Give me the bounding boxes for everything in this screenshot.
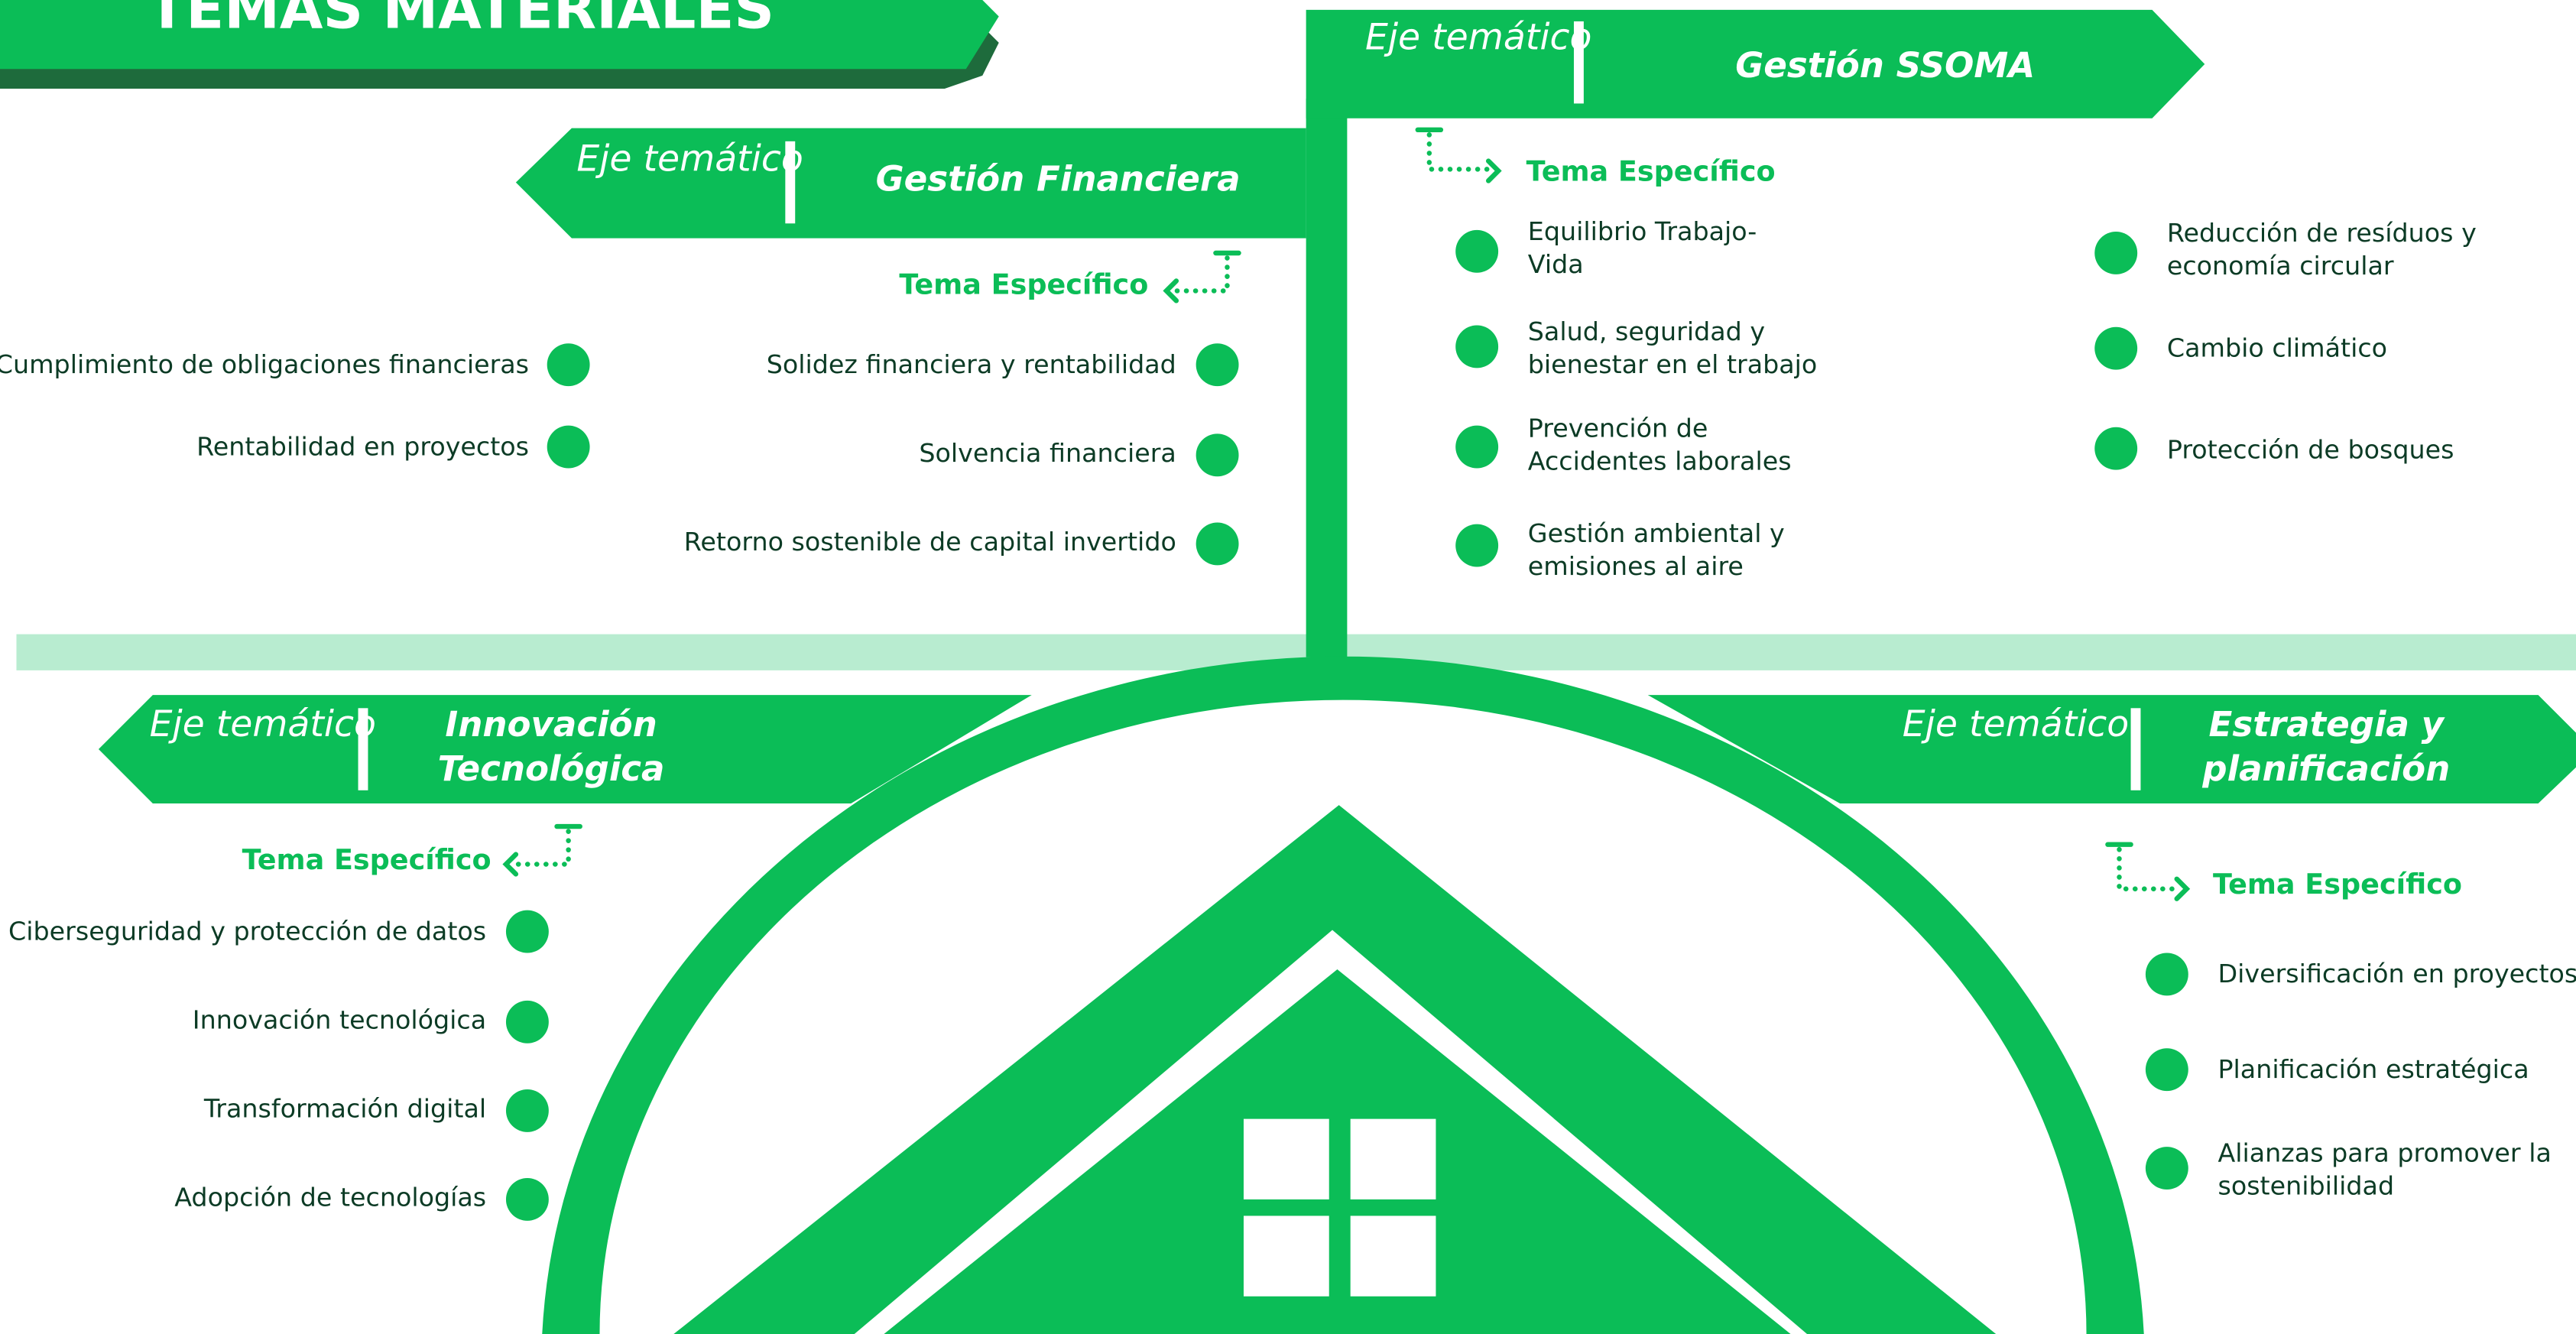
dotted-arrow-icon: [1415, 127, 1502, 183]
house-window-pane: [1243, 1118, 1329, 1199]
topic-planificacion-estrategica: Planificación estratégica: [2218, 1054, 2529, 1085]
page-title: TEMAS MATERIALES: [148, 0, 775, 43]
axis-title-gestion-ssoma: Gestión SSOMA: [1735, 46, 2036, 86]
topic-bullet: [1455, 524, 1499, 567]
topic-bullet: [2094, 326, 2138, 370]
topic-bullet: [547, 425, 590, 469]
sign-divider: [2130, 708, 2141, 790]
topic-ciberseguridad: Ciberseguridad y protección de datos: [8, 917, 487, 946]
topic-transformacion-digital: Transformación digital: [203, 1094, 487, 1125]
topic-bullet: [2145, 1147, 2188, 1190]
topic-prevencion-accidentes: Prevención de Accidentes laborales: [1527, 414, 1792, 477]
topic-bullet: [1196, 433, 1239, 477]
tema-especifico-label: Tema Específico: [899, 269, 1149, 303]
topic-bullet: [1196, 343, 1239, 387]
topic-rentabilidad-proyectos: Rentabilidad en proyectos: [196, 432, 530, 462]
topic-bullet: [547, 343, 590, 387]
tema-especifico-label: Tema Específico: [1526, 156, 1776, 190]
house-window-pane: [1350, 1118, 1436, 1199]
signpost-pole: [1306, 98, 1348, 657]
topic-bullet: [1455, 325, 1499, 368]
eje-tematico-label: Eje temático: [1365, 18, 1592, 60]
tema-especifico-label: Tema Específico: [242, 844, 492, 878]
topic-bullet: [1455, 425, 1499, 469]
house-window-pane: [1350, 1216, 1436, 1297]
topic-proteccion-bosques: Protección de bosques: [2166, 435, 2454, 466]
eje-tematico-label: Eje temático: [149, 705, 377, 746]
topic-bullet: [1196, 522, 1239, 566]
topic-bullet: [505, 910, 549, 953]
topic-innovacion-tecnologica: Innovación tecnológica: [192, 1005, 487, 1036]
topic-alianzas-sostenibilidad: Alianzas para promover la sostenibilidad: [2218, 1138, 2552, 1202]
topic-reduccion-residuos: Reducción de resíduos y economía circula…: [2166, 218, 2477, 281]
diagram-canvas: TEMAS MATERIALES Eje temático Gestión SS…: [0, 0, 2576, 1334]
topic-bullet: [1455, 229, 1499, 273]
tema-especifico-label: Tema Específico: [2213, 868, 2462, 902]
eje-tematico-label: Eje temático: [1902, 705, 2130, 746]
dotted-arrow-icon: [502, 823, 582, 877]
topic-diversificacion-proyectos: Diversificación en proyectos: [2218, 959, 2576, 989]
topic-retorno-capital: Retorno sostenible de capital invertido: [683, 527, 1176, 557]
topic-adopcion-tecnologias: Adopción de tecnologías: [174, 1183, 487, 1213]
axis-title-gestion-financiera: Gestión Financiera: [875, 159, 1241, 200]
topic-solvencia-financiera: Solvencia financiera: [919, 438, 1176, 469]
topic-bullet: [2145, 953, 2188, 996]
topic-bullet: [505, 1177, 549, 1221]
topic-cumplimiento-obligaciones: Cumplimiento de obligaciones financieras: [0, 349, 530, 380]
dotted-arrow-icon: [2105, 842, 2191, 901]
axis-title-estrategia-planificacion: Estrategia y planificación: [2202, 705, 2451, 789]
topic-salud-seguridad: Salud, seguridad y bienestar en el traba…: [1527, 316, 1818, 380]
dotted-arrow-icon: [1163, 250, 1241, 303]
eje-tematico-label: Eje temático: [576, 139, 803, 181]
topic-gestion-ambiental: Gestión ambiental y emisiones al aire: [1527, 519, 1785, 582]
topic-bullet: [2094, 427, 2138, 470]
topic-solidez-financiera: Solidez financiera y rentabilidad: [766, 349, 1176, 380]
diagram-graphics: [0, 0, 2576, 1334]
topic-equilibrio-trabajo-vida: Equilibrio Trabajo-Vida: [1527, 216, 1757, 280]
topic-cambio-climatico: Cambio climático: [2166, 333, 2388, 363]
topic-bullet: [505, 1089, 549, 1132]
topic-bullet: [2145, 1048, 2188, 1092]
topic-bullet: [2094, 232, 2138, 274]
topic-bullet: [505, 1000, 549, 1044]
house-window-pane: [1243, 1216, 1329, 1297]
axis-title-innovacion-tecnologica: Innovación Tecnológica: [437, 705, 665, 789]
